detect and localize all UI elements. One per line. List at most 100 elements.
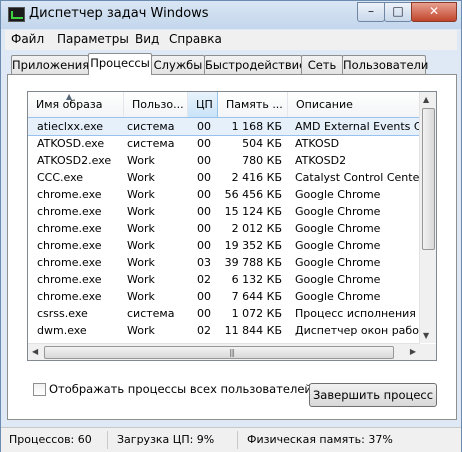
column-cpu[interactable]: ЦП [188, 92, 218, 117]
vertical-scrollbar[interactable]: ▲ ▼ [419, 92, 436, 343]
process-user: Work [127, 290, 155, 303]
table-row[interactable]: atieclxx.exe система 00 1 168 КБ AMD Externa… [28, 117, 421, 136]
process-name: chrome.exe [37, 222, 102, 235]
table-row[interactable]: ATKOSD.exe система 00 504 КБ ATKOSD [28, 135, 420, 152]
vertical-scroll-thumb[interactable] [422, 108, 435, 250]
column-cpu-label: ЦП [196, 98, 213, 111]
process-memory: 7 644 КБ [231, 290, 282, 303]
process-user: Work [127, 188, 155, 201]
menu-file[interactable]: Файл [11, 32, 44, 46]
menu-options[interactable]: Параметры [57, 32, 129, 46]
column-user-label: Пользо... [132, 98, 184, 111]
minimize-button[interactable]: – [357, 2, 385, 22]
process-cpu: 00 [197, 290, 211, 303]
process-name: chrome.exe [37, 256, 102, 269]
scroll-down-icon[interactable]: ▼ [423, 331, 429, 340]
process-list[interactable]: ▲ Имя образа Пользо... ЦП Память ... Опи… [27, 91, 437, 361]
process-name: dwm.exe [37, 324, 87, 337]
process-rows: atieclxx.exe система 00 1 168 КБ AMD Externa… [28, 117, 421, 356]
table-row[interactable]: ATKOSD2.exe Work 00 780 КБ ATKOSD2 [28, 152, 420, 169]
show-all-users-checkbox[interactable] [33, 383, 46, 396]
process-name: ATKOSD2.exe [37, 154, 112, 167]
tab-users[interactable]: Пользователи [342, 55, 428, 74]
process-memory: 56 456 КБ [224, 188, 282, 201]
sort-up-icon: ▲ [66, 92, 73, 101]
horizontal-scroll-thumb[interactable]: ||| [44, 346, 394, 359]
tab-services[interactable]: Службы [151, 55, 205, 74]
process-cpu: 00 [197, 171, 211, 184]
process-description: Google Chrome [295, 239, 381, 252]
table-row[interactable]: chrome.exe Work 00 7 644 КБ Google Chrome [28, 288, 420, 305]
maximize-button[interactable]: □ [384, 2, 412, 22]
column-image-name[interactable]: ▲ Имя образа [28, 92, 124, 117]
column-description[interactable]: Описание [288, 92, 420, 117]
tab-applications[interactable]: Приложения [11, 55, 89, 74]
tab-performance[interactable]: Быстродействие [204, 55, 306, 74]
tab-network[interactable]: Сеть [301, 55, 343, 74]
process-name: chrome.exe [37, 290, 102, 303]
process-description: ATKOSD [295, 137, 340, 150]
list-header: ▲ Имя образа Пользо... ЦП Память ... Опи… [28, 92, 420, 118]
close-button[interactable]: ✕ [411, 2, 457, 22]
process-cpu: 03 [197, 256, 211, 269]
process-name: CCC.exe [37, 171, 84, 184]
column-memory-label: Память ... [226, 98, 283, 111]
process-cpu: 00 [197, 222, 211, 235]
process-memory: 19 352 КБ [224, 239, 282, 252]
process-description: Google Chrome [295, 188, 381, 201]
process-cpu: 02 [197, 324, 211, 337]
process-user: Work [127, 171, 155, 184]
process-description: Процесс исполнения кли [295, 307, 420, 320]
status-bar: Процессов: 60 Загрузка ЦП: 9% Физическая… [1, 427, 461, 452]
table-row[interactable]: chrome.exe Work 00 15 124 КБ Google Chrome [28, 203, 420, 220]
scroll-up-icon[interactable]: ▲ [423, 95, 429, 104]
table-row[interactable]: csrss.exe система 00 1 072 КБ Процесс исполн… [28, 305, 420, 322]
process-name: chrome.exe [37, 205, 102, 218]
process-cpu: 00 [197, 205, 211, 218]
process-memory: 11 844 КБ [224, 324, 282, 337]
process-memory: 1 072 КБ [231, 307, 282, 320]
process-name: chrome.exe [37, 188, 102, 201]
column-memory[interactable]: Память ... [218, 92, 288, 117]
process-user: Work [127, 222, 155, 235]
table-row[interactable]: CCC.exe Work 00 2 416 КБ Catalyst Control Ce… [28, 169, 420, 186]
column-user[interactable]: Пользо... [124, 92, 188, 117]
table-row[interactable]: chrome.exe Work 02 6 132 КБ Google Chrome [28, 271, 420, 288]
caption-buttons: – □ ✕ [357, 2, 457, 22]
menu-help[interactable]: Справка [169, 32, 222, 46]
process-description: Google Chrome [295, 205, 381, 218]
scroll-grip-icon: ||| [229, 348, 235, 357]
process-user: Work [127, 273, 155, 286]
table-row[interactable]: chrome.exe Work 00 56 456 КБ Google Chrome [28, 186, 420, 203]
process-name: atieclxx.exe [37, 120, 104, 133]
process-memory: 15 124 КБ [224, 205, 282, 218]
scroll-right-icon[interactable]: ▶ [410, 347, 416, 356]
horizontal-scrollbar[interactable]: ◀ ||| ▶ [28, 343, 420, 360]
process-description: Google Chrome [295, 273, 381, 286]
status-process-count: Процессов: 60 [9, 433, 92, 446]
process-cpu: 02 [197, 273, 211, 286]
table-row[interactable]: chrome.exe Work 03 39 788 КБ Google Chrome [28, 254, 420, 271]
process-memory: 39 788 КБ [224, 256, 282, 269]
title-bar[interactable]: Диспетчер задач Windows – □ ✕ [1, 1, 461, 29]
scroll-left-icon[interactable]: ◀ [32, 347, 38, 356]
process-user: система [127, 120, 175, 133]
process-user: система [127, 137, 175, 150]
task-manager-icon [8, 7, 25, 22]
table-row[interactable]: chrome.exe Work 00 19 352 КБ Google Chrome [28, 237, 420, 254]
end-process-button[interactable]: Завершить процесс [309, 383, 437, 407]
process-name: ATKOSD.exe [37, 137, 105, 150]
process-user: Work [127, 154, 155, 167]
status-separator [237, 431, 238, 449]
process-description: Google Chrome [295, 222, 381, 235]
table-row[interactable]: chrome.exe Work 00 2 012 КБ Google Chrome [28, 220, 420, 237]
table-row[interactable]: dwm.exe Work 02 11 844 КБ Диспетчер окон раб… [28, 322, 420, 339]
process-description: AMD External Events Client [295, 120, 420, 133]
status-cpu-usage: Загрузка ЦП: 9% [117, 433, 215, 446]
menu-view[interactable]: Вид [135, 32, 159, 46]
tab-processes[interactable]: Процессы [88, 53, 152, 75]
process-description: Catalyst Control Center: I [295, 171, 420, 184]
show-all-users-label[interactable]: Отображать процессы всех пользователей [49, 382, 312, 396]
process-cpu: 00 [197, 307, 211, 320]
process-user: Work [127, 239, 155, 252]
